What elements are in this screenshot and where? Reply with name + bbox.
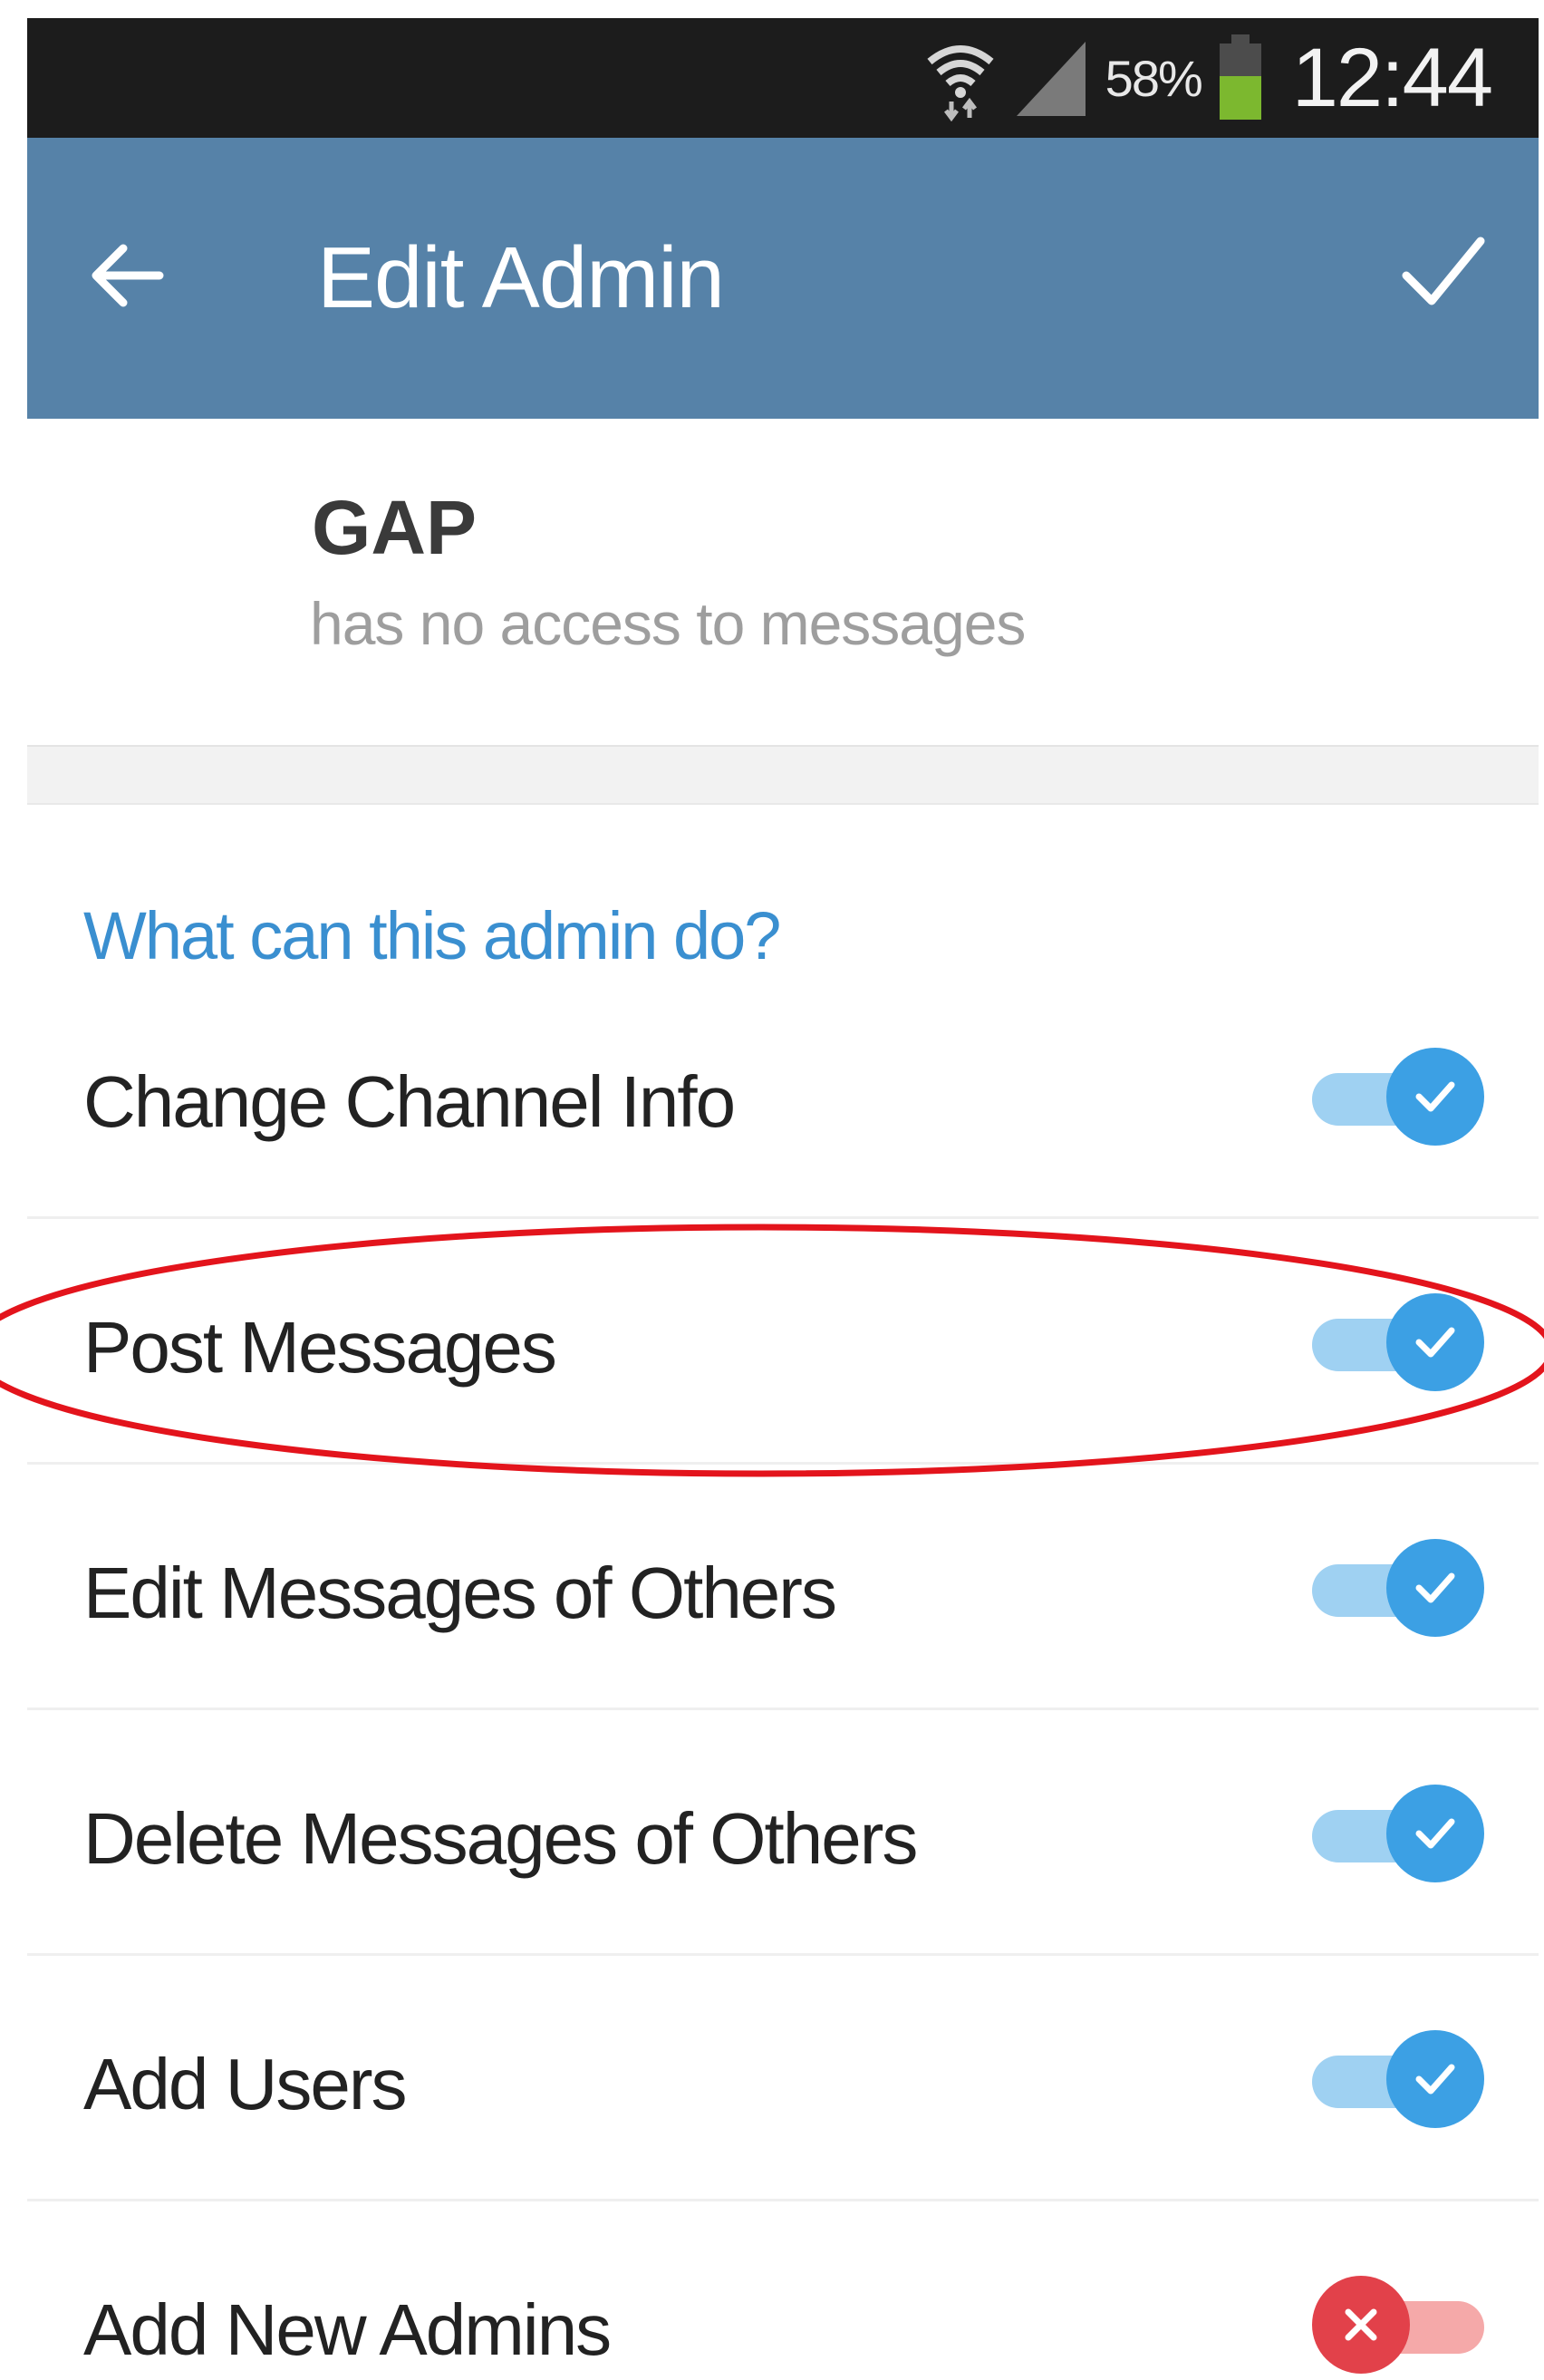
- permission-row-change-channel-info[interactable]: Change Channel Info: [27, 973, 1539, 1219]
- phone-screen: 58% 12:44 Edit Admin GAP has no access t…: [27, 18, 1539, 2380]
- user-info: GAP has no access to messages: [27, 419, 1539, 745]
- check-icon: [1386, 1293, 1484, 1391]
- permission-toggle[interactable]: [1312, 1785, 1484, 1884]
- section-divider: [27, 745, 1539, 805]
- status-bar: 58% 12:44: [27, 18, 1539, 138]
- permission-toggle[interactable]: [1312, 1539, 1484, 1639]
- x-icon: [1312, 2276, 1410, 2374]
- permission-toggle[interactable]: [1312, 1293, 1484, 1393]
- check-icon: [1386, 1539, 1484, 1637]
- permission-toggle[interactable]: [1312, 2276, 1484, 2375]
- permission-label: Delete Messages of Others: [83, 1798, 918, 1879]
- check-icon: [1386, 2030, 1484, 2128]
- permission-label: Change Channel Info: [83, 1061, 736, 1142]
- action-bar: Edit Admin: [27, 138, 1539, 419]
- arrow-left-icon[interactable]: [89, 237, 165, 318]
- user-status: has no access to messages: [310, 590, 1026, 657]
- permission-row-add-new-admins[interactable]: Add New Admins: [27, 2201, 1539, 2380]
- section-header: What can this admin do?: [27, 805, 1539, 973]
- permission-label: Add New Admins: [83, 2289, 612, 2370]
- status-clock: 12:44: [1291, 31, 1493, 124]
- check-icon: [1386, 1048, 1484, 1146]
- page-title: Edit Admin: [317, 229, 725, 326]
- permission-row-edit-messages-of-others[interactable]: Edit Messages of Others: [27, 1465, 1539, 1710]
- permission-label: Edit Messages of Others: [83, 1553, 837, 1633]
- permission-row-delete-messages-of-others[interactable]: Delete Messages of Others: [27, 1710, 1539, 1956]
- section-header-label: What can this admin do?: [83, 898, 781, 973]
- permission-row-add-users[interactable]: Add Users: [27, 1956, 1539, 2201]
- permission-label: Add Users: [83, 2044, 407, 2124]
- permission-toggle[interactable]: [1312, 1048, 1484, 1147]
- user-name: GAP: [312, 485, 478, 570]
- signal-icon: [1013, 36, 1089, 120]
- battery-icon: [1218, 34, 1263, 121]
- permission-toggle[interactable]: [1312, 2030, 1484, 2130]
- battery-percent: 58%: [1105, 49, 1203, 107]
- wifi-icon: [924, 34, 997, 121]
- permission-label: Post Messages: [83, 1307, 557, 1388]
- checkmark-icon[interactable]: [1399, 228, 1486, 320]
- permission-row-post-messages[interactable]: Post Messages: [27, 1219, 1539, 1465]
- check-icon: [1386, 1785, 1484, 1882]
